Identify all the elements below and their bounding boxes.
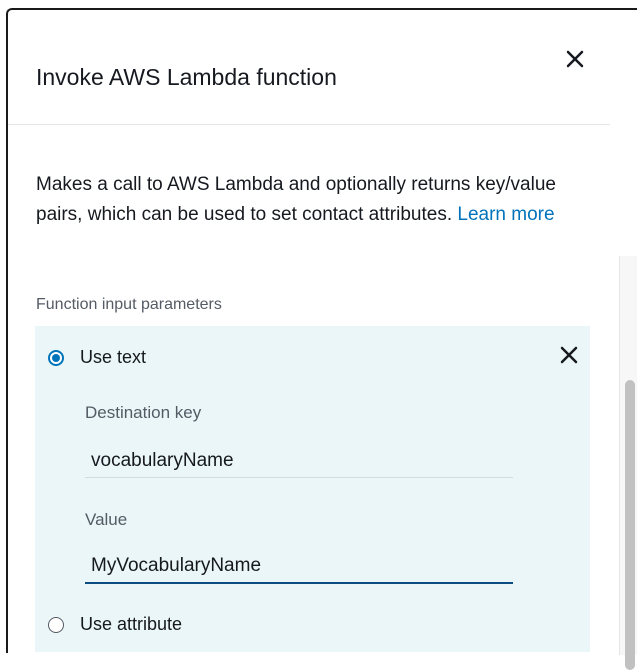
learn-more-link[interactable]: Learn more bbox=[457, 204, 554, 225]
value-label: Value bbox=[85, 510, 128, 529]
destination-key-label: Destination key bbox=[85, 403, 202, 422]
use-text-label: Use text bbox=[80, 347, 147, 367]
parameter-entry: Use text Destination key Value Use attri… bbox=[35, 326, 590, 652]
use-attribute-radio[interactable] bbox=[48, 616, 64, 633]
panel-title: Invoke AWS Lambda function bbox=[36, 64, 337, 90]
panel-description: Makes a call to AWS Lambda and optionall… bbox=[36, 170, 596, 230]
scrollbar[interactable] bbox=[619, 256, 637, 670]
use-attribute-option[interactable]: Use attribute bbox=[48, 614, 182, 635]
value-input[interactable] bbox=[85, 550, 513, 584]
close-icon bbox=[566, 50, 584, 68]
destination-key-input[interactable] bbox=[85, 444, 513, 478]
lambda-properties-panel: Invoke AWS Lambda function Makes a call … bbox=[6, 8, 637, 670]
function-input-parameters-label: Function input parameters bbox=[36, 296, 222, 313]
close-panel-button[interactable] bbox=[562, 46, 588, 72]
header-divider bbox=[8, 124, 610, 125]
use-text-option[interactable]: Use text bbox=[48, 347, 146, 368]
scrollbar-thumb[interactable] bbox=[625, 380, 635, 670]
close-icon bbox=[560, 346, 578, 364]
use-attribute-label: Use attribute bbox=[80, 614, 183, 634]
use-text-radio[interactable] bbox=[48, 349, 64, 366]
remove-parameter-button[interactable] bbox=[559, 345, 579, 365]
